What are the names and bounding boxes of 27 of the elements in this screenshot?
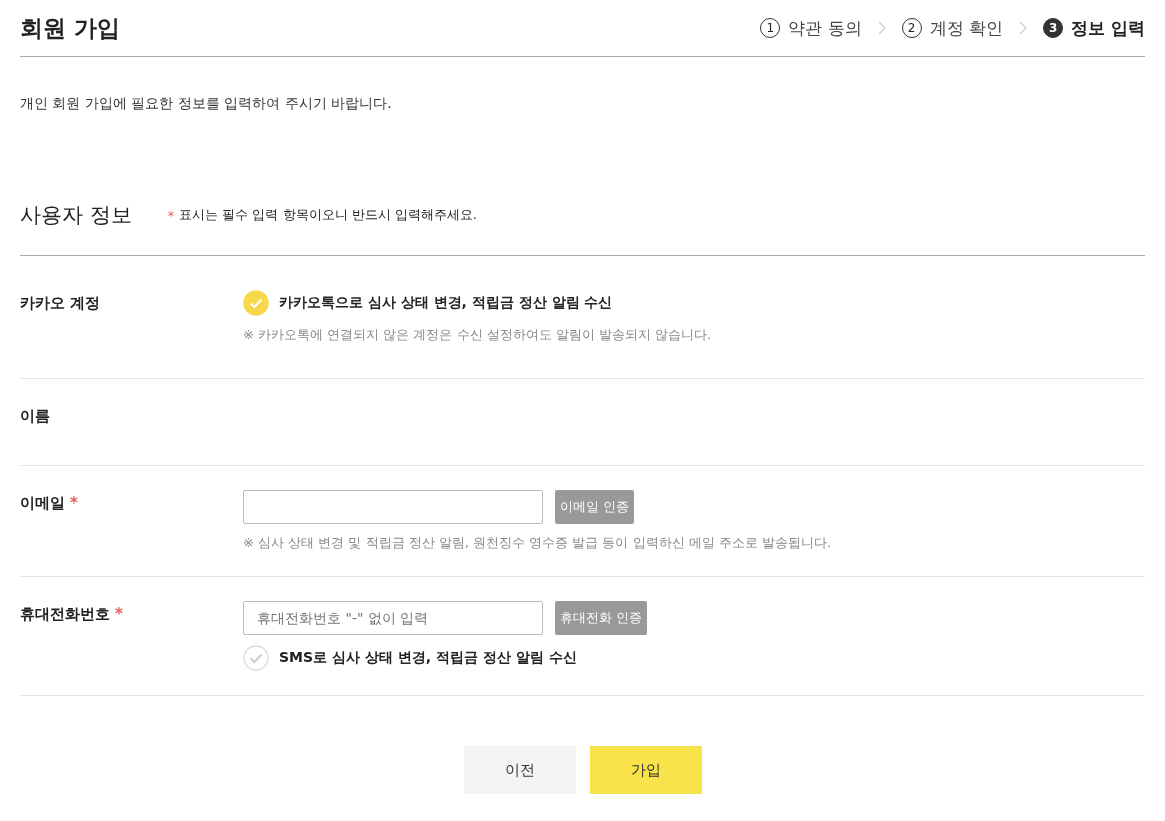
step-label: 계정 확인 (929, 16, 1004, 40)
help-note: ※ 심사 상태 변경 및 적립금 정산 알림, 원천징수 영수증 발급 등이 입력하신 메일 주소로 발송됩니다. (243, 534, 833, 552)
field-label: 카카오 계정 (20, 294, 101, 313)
field-label: 휴대전화번호 (20, 605, 110, 624)
field-label: 이름 (20, 407, 50, 426)
input-field[interactable] (243, 490, 543, 524)
back-button[interactable]: 이전 (463, 746, 576, 794)
intro-text: 개인 회원 가입에 필요한 정보를 입력하여 주시기 바랍니다. (20, 95, 393, 113)
required-mark: * (115, 605, 123, 623)
checkbox-label: 카카오톡으로 심사 상태 변경, 적립금 정산 알림 수신 (279, 294, 613, 312)
required-mark: * (70, 494, 78, 512)
required-notice: 표시는 필수 입력 항목이오니 반드시 입력해주세요. (179, 206, 477, 224)
checkbox[interactable] (243, 290, 269, 316)
step-label: 정보 입력 (1071, 16, 1145, 40)
step-number: 3 (1043, 18, 1064, 38)
chevron-right-icon (877, 21, 886, 35)
step-label: 약관 동의 (788, 16, 862, 40)
join-button[interactable]: 가입 (589, 746, 702, 794)
section-title: 사용자 정보 (20, 202, 132, 229)
input-field[interactable]: 휴대전화번호 "-" 없이 입력 (243, 601, 543, 635)
checkbox[interactable] (243, 645, 269, 671)
required-mark: * (167, 207, 175, 223)
chevron-right-icon (1019, 21, 1028, 35)
field-label: 이메일 (20, 494, 65, 513)
help-note: ※ 카카오톡에 연결되지 않은 계정은 수신 설정하여도 알림이 발송되지 않습니다. (243, 326, 713, 344)
page-title: 회원 가입 (20, 13, 120, 43)
checkbox-label: SMS로 심사 상태 변경, 적립금 정산 알림 수신 (279, 649, 577, 667)
